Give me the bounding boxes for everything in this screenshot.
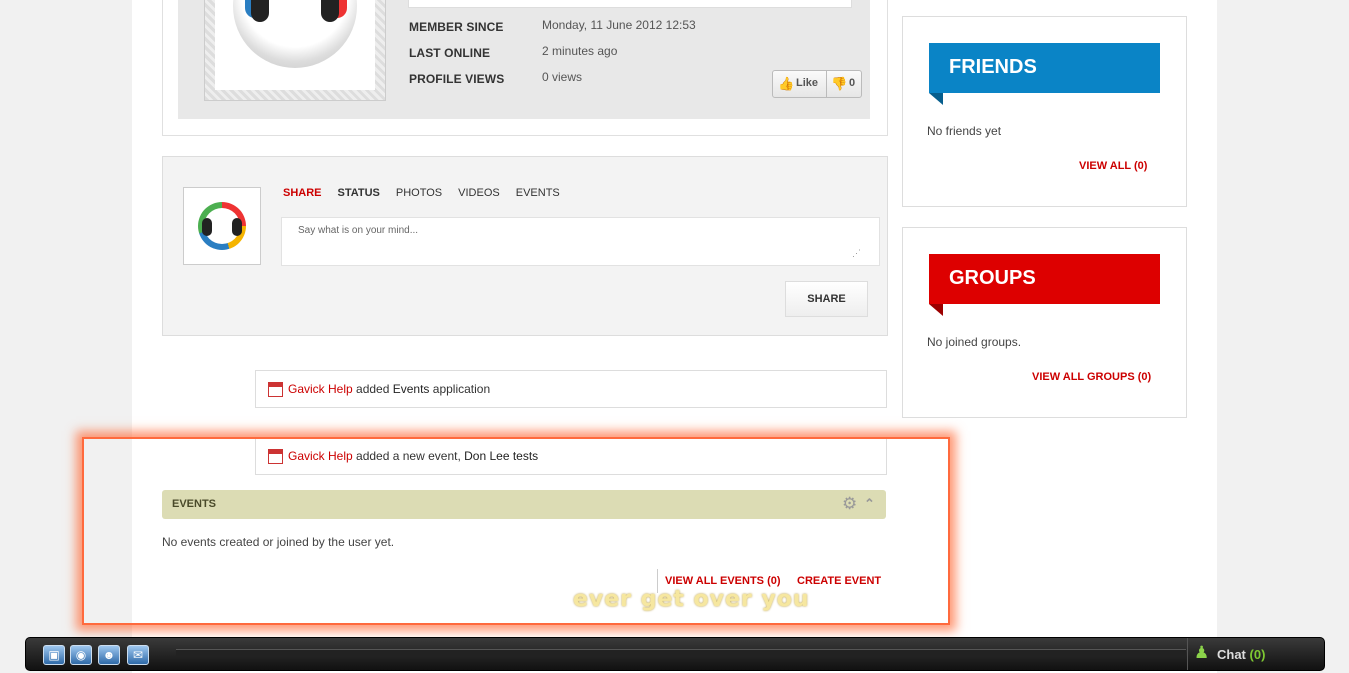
thumbs-down-icon[interactable]: 👎	[831, 76, 847, 92]
share-tabs: SHARE STATUS PHOTOS VIDEOS EVENTS	[283, 187, 576, 199]
groups-empty-text: No joined groups.	[927, 335, 1022, 349]
activity-object: Events	[392, 382, 430, 396]
last-online-value: 2 minutes ago	[542, 44, 618, 58]
activity-item: Gavick Help added Events application	[255, 370, 887, 408]
friends-box: FRIENDS No friends yet VIEW ALL (0)	[902, 16, 1187, 207]
users-icon[interactable]: ☻	[98, 645, 120, 665]
profile-views-value: 0 views	[542, 70, 583, 84]
chat-button[interactable]: ♟ Chat (0)	[1187, 638, 1325, 670]
events-title: EVENTS	[172, 498, 217, 510]
profile-views-label: PROFILE VIEWS	[409, 72, 505, 86]
activity-user-link[interactable]: Gavick Help	[288, 382, 353, 396]
share-box: SHARE STATUS PHOTOS VIDEOS EVENTS Say what i…	[162, 156, 888, 336]
tab-photos[interactable]: PHOTOS	[396, 187, 442, 199]
friends-title: FRIENDS	[949, 56, 1037, 78]
view-all-events-link[interactable]: VIEW ALL EVENTS (0)	[665, 575, 781, 587]
thumbs-up-icon[interactable]: 👍	[778, 76, 794, 92]
profile-inner: MEMBER SINCE Monday, 11 June 2012 12:53 …	[178, 0, 870, 119]
friends-ribbon: FRIENDS	[929, 43, 1160, 105]
profile-avatar[interactable]	[204, 0, 386, 101]
friends-empty-text: No friends yet	[927, 124, 1002, 138]
chat-toolbar: ▣ ◉ ☻ ✉ ♟ Chat (0)	[25, 637, 1325, 671]
tab-events[interactable]: EVENTS	[516, 187, 560, 199]
events-empty-text: No events created or joined by the user …	[162, 535, 395, 549]
activity-user-link[interactable]: Gavick Help	[288, 449, 353, 463]
like-widget: 👍 Like 👎 0	[772, 70, 862, 98]
activity-item: Gavick Help added a new event, Don Lee t…	[255, 437, 887, 475]
apps-icon[interactable]: ▣	[43, 645, 65, 665]
events-header: EVENTS ⚙ ⌃	[162, 490, 886, 519]
groups-box: GROUPS No joined groups. VIEW ALL GROUPS…	[902, 227, 1187, 418]
info-top-box	[408, 0, 852, 8]
create-event-link[interactable]: CREATE EVENT	[797, 575, 881, 587]
mail-icon[interactable]: ✉	[127, 645, 149, 665]
chevron-up-icon[interactable]: ⌃	[864, 496, 875, 512]
activity-event-link[interactable]: Don Lee tests	[464, 449, 538, 463]
resize-handle-icon[interactable]: ⋰	[852, 248, 861, 259]
activity-action: added	[356, 382, 390, 396]
video-icon[interactable]: ◉	[70, 645, 92, 665]
groups-ribbon: GROUPS	[929, 254, 1160, 316]
gear-icon[interactable]: ⚙	[842, 494, 857, 514]
profile-card: MEMBER SINCE Monday, 11 June 2012 12:53 …	[162, 0, 888, 136]
tab-share[interactable]: SHARE	[283, 187, 322, 199]
status-placeholder: Say what is on your mind...	[298, 225, 419, 236]
view-all-friends-link[interactable]: VIEW ALL (0)	[1079, 160, 1147, 172]
member-since-label: MEMBER SINCE	[409, 20, 504, 34]
calendar-icon	[268, 382, 283, 397]
user-icon: ♟	[1194, 643, 1210, 662]
chat-label: Chat	[1217, 647, 1246, 662]
dislike-count: 0	[849, 77, 856, 89]
user-avatar[interactable]	[183, 187, 261, 265]
status-input[interactable]: Say what is on your mind... ⋰	[281, 217, 880, 266]
calendar-icon	[268, 449, 283, 464]
like-button[interactable]: Like	[796, 77, 818, 89]
view-all-groups-link[interactable]: VIEW ALL GROUPS (0)	[1032, 371, 1151, 383]
member-since-value: Monday, 11 June 2012 12:53	[542, 18, 696, 32]
activity-action: added a new event,	[356, 449, 461, 463]
chat-count: (0)	[1249, 647, 1266, 662]
tab-videos[interactable]: VIDEOS	[458, 187, 500, 199]
share-button[interactable]: SHARE	[785, 281, 868, 317]
tab-status[interactable]: STATUS	[338, 187, 380, 199]
caption-text: ever get over you	[573, 587, 810, 612]
groups-title: GROUPS	[949, 267, 1036, 289]
activity-suffix: application	[432, 382, 491, 396]
last-online-label: LAST ONLINE	[409, 46, 491, 60]
